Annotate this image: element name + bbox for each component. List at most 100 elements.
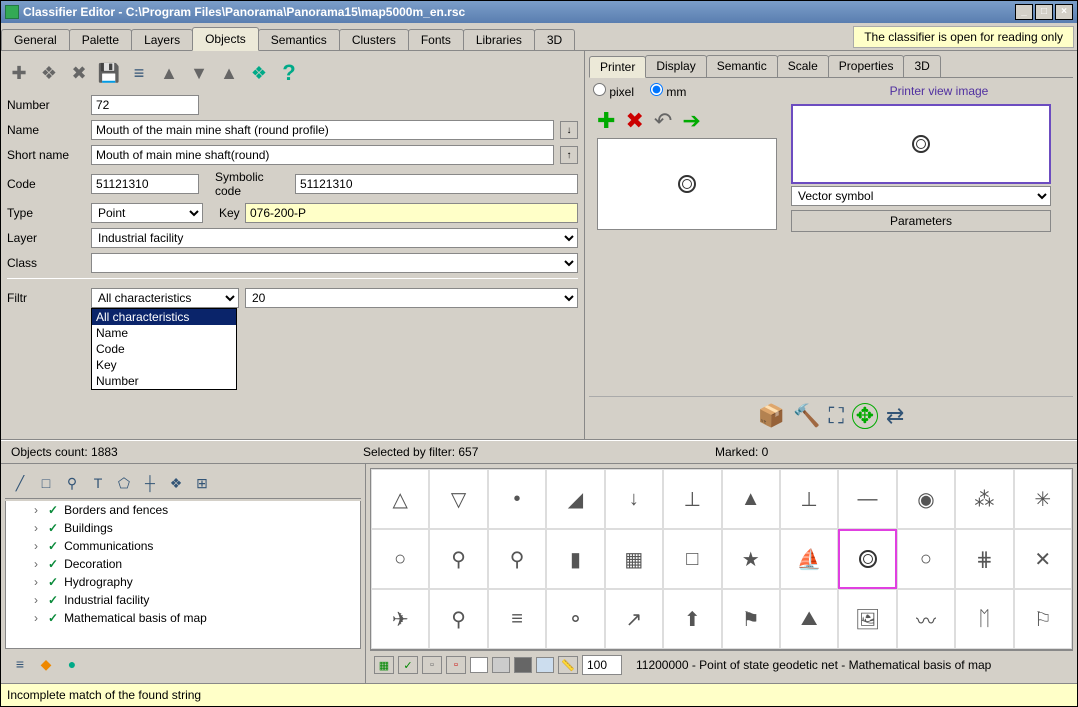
category-tree[interactable]: ✓Borders and fences ✓Buildings ✓Communic… [5, 501, 361, 649]
class-select[interactable] [91, 253, 578, 273]
symbol-cell[interactable]: ⚬ [546, 589, 604, 649]
preview-canvas-large[interactable] [597, 138, 777, 230]
symbol-cell[interactable]: ○ [897, 529, 955, 589]
symbol-cell[interactable]: ▲ [722, 469, 780, 529]
rtab-semantic[interactable]: Semantic [706, 55, 778, 77]
symbol-cell[interactable]: ◉ [897, 469, 955, 529]
preview-undo-icon[interactable]: ↶ [654, 108, 672, 134]
symbol-cell[interactable]: ▦ [605, 529, 663, 589]
tab-layers[interactable]: Layers [131, 29, 193, 50]
symbol-cell[interactable]: ⛰ [780, 589, 838, 649]
symbol-cell[interactable]: ★ [722, 529, 780, 589]
symbol-cell[interactable]: ↓ [605, 469, 663, 529]
symbol-cell[interactable]: ○ [371, 529, 429, 589]
symbol-cell[interactable]: ⚲ [429, 529, 487, 589]
grid-uncheck-icon[interactable]: ▫ [422, 656, 442, 674]
tab-libraries[interactable]: Libraries [463, 29, 535, 50]
symbol-cell[interactable]: 🖼 [838, 589, 896, 649]
symbol-cell[interactable]: • [488, 469, 546, 529]
filtr-option-all[interactable]: All characteristics [92, 309, 236, 325]
symbol-cell[interactable]: ᛖ [955, 589, 1013, 649]
collapse-icon[interactable]: ✥ [852, 403, 878, 429]
symbol-type-select[interactable]: Vector symbol [791, 186, 1051, 206]
maximize-button[interactable]: □ [1035, 4, 1053, 20]
symbol-cell[interactable]: ⋕ [955, 529, 1013, 589]
filtr-option-name[interactable]: Name [92, 325, 236, 341]
symbol-cell[interactable]: □ [663, 529, 721, 589]
filtr-mode-select[interactable]: All characteristics [91, 288, 239, 308]
swatch-dark[interactable] [514, 657, 532, 673]
help-icon[interactable]: ? [277, 61, 301, 85]
tab-fonts[interactable]: Fonts [408, 29, 464, 50]
hammer-icon[interactable]: 🔨 [793, 403, 820, 429]
filtr-option-key[interactable]: Key [92, 357, 236, 373]
symbol-cell[interactable]: ⊥ [663, 469, 721, 529]
symbol-cell[interactable]: ⚑ [722, 589, 780, 649]
tab-general[interactable]: General [1, 29, 70, 50]
grid-check-icon[interactable]: ✓ [398, 656, 418, 674]
symbol-cell[interactable]: 〰 [897, 589, 955, 649]
polygon-tool-icon[interactable]: ⬠ [113, 472, 135, 494]
filtr-value-select[interactable]: 20 [245, 288, 578, 308]
symbol-cell[interactable]: ↗ [605, 589, 663, 649]
rtab-3d[interactable]: 3D [903, 55, 940, 77]
symbol-cell[interactable]: ⚲ [488, 529, 546, 589]
symbol-cell[interactable]: △ [371, 469, 429, 529]
sort-asc-icon[interactable]: ▲ [157, 61, 181, 85]
filtr-option-number[interactable]: Number [92, 373, 236, 389]
symbol-cell[interactable] [838, 529, 896, 589]
shortname-up-button[interactable]: ↑ [560, 146, 578, 164]
preview-delete-icon[interactable]: ✖ [625, 108, 643, 134]
symbol-cell[interactable]: ⚲ [429, 589, 487, 649]
parameters-button[interactable]: Parameters [791, 210, 1051, 232]
layers-tool-icon[interactable]: ❖ [165, 472, 187, 494]
add-icon[interactable]: ✚ [7, 61, 31, 85]
symbol-cell[interactable]: ✈ [371, 589, 429, 649]
layers-icon[interactable]: ❖ [247, 61, 271, 85]
swatch-light[interactable] [536, 657, 554, 673]
symbol-cell[interactable]: ≡ [488, 589, 546, 649]
pixel-radio[interactable]: pixel [593, 83, 634, 99]
preview-add-icon[interactable]: ✚ [597, 108, 615, 134]
symbol-cell[interactable]: ✳ [1014, 469, 1072, 529]
preview-canvas-small[interactable] [791, 104, 1051, 184]
tab-objects[interactable]: Objects [192, 27, 259, 51]
name-dropdown-button[interactable]: ↓ [560, 121, 578, 139]
type-select[interactable]: Point [91, 203, 203, 223]
close-button[interactable]: × [1055, 4, 1073, 20]
swatch-white[interactable] [470, 657, 488, 673]
point-tool-icon[interactable]: ⚲ [61, 472, 83, 494]
rtab-properties[interactable]: Properties [828, 55, 905, 77]
tab-clusters[interactable]: Clusters [339, 29, 409, 50]
layer-select[interactable]: Industrial facility [91, 228, 578, 248]
rtab-printer[interactable]: Printer [589, 56, 646, 78]
zoom-field[interactable] [582, 655, 622, 675]
tab-palette[interactable]: Palette [69, 29, 132, 50]
tree-shape-icon[interactable]: ◆ [35, 653, 57, 675]
key-field[interactable] [245, 203, 578, 223]
expand-icon[interactable]: ⛶ [828, 403, 843, 429]
symcode-field[interactable] [295, 174, 578, 194]
symbol-cell[interactable]: ⬆ [663, 589, 721, 649]
symbol-cell[interactable]: ⛵ [780, 529, 838, 589]
symbol-cell[interactable]: — [838, 469, 896, 529]
save-icon[interactable]: 💾 [97, 61, 121, 85]
symbol-cell[interactable]: ✕ [1014, 529, 1072, 589]
tree-list-icon[interactable]: ≡ [9, 653, 31, 675]
swap-icon[interactable]: ⇄ [886, 403, 904, 429]
tab-semantics[interactable]: Semantics [258, 29, 340, 50]
text-tool-icon[interactable]: T [87, 472, 109, 494]
group-tool-icon[interactable]: ⊞ [191, 472, 213, 494]
symbol-cell[interactable]: ◢ [546, 469, 604, 529]
line-tool-icon[interactable]: ╱ [9, 472, 31, 494]
symbol-cell[interactable]: ▮ [546, 529, 604, 589]
delete-icon[interactable]: ✖ [67, 61, 91, 85]
box-icon[interactable]: 📦 [758, 403, 785, 429]
minimize-button[interactable]: _ [1015, 4, 1033, 20]
copy-icon[interactable]: ❖ [37, 61, 61, 85]
grid-ruler-icon[interactable]: 📏 [558, 656, 578, 674]
tab-3d[interactable]: 3D [534, 29, 575, 50]
rtab-scale[interactable]: Scale [777, 55, 829, 77]
name-field[interactable] [91, 120, 554, 140]
symbol-cell[interactable]: ⊥ [780, 469, 838, 529]
